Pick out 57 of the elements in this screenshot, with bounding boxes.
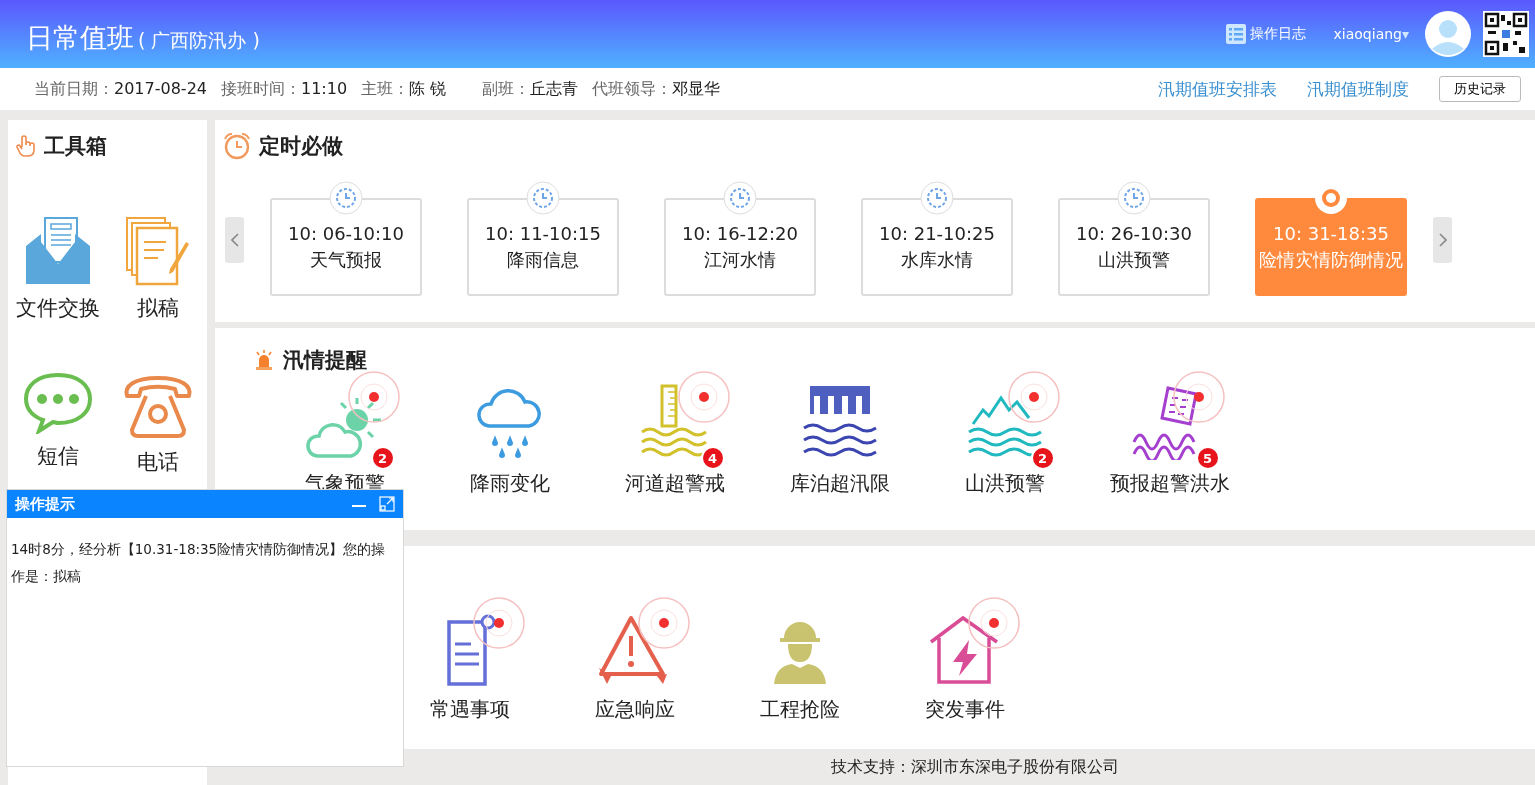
alert-label: 河道超警戒 — [624, 470, 725, 497]
alert-label: 降雨变化 — [469, 470, 550, 497]
duty-info: 当前日期：2017-08-24 — [34, 78, 207, 100]
next-button[interactable] — [1433, 217, 1452, 263]
list-icon — [1225, 24, 1246, 44]
duty-info: 接班时间：11:10 — [221, 78, 348, 100]
app-subtitle: ( 广西防汛办 ) — [138, 28, 260, 53]
chevron-right-icon — [1438, 233, 1447, 247]
alert-label: 库泊超汛限 — [789, 470, 890, 497]
document-pen-icon[interactable] — [125, 216, 191, 286]
siren-icon — [253, 349, 275, 371]
count-badge: 2 — [370, 446, 395, 470]
tool-label: 拟稿 — [137, 295, 179, 322]
event-label: 常遇事项 — [429, 696, 510, 723]
alarm-clock-icon — [223, 132, 251, 160]
hand-pointer-icon — [16, 135, 36, 157]
schedule-link[interactable]: 汛期值班安排表 — [1158, 77, 1277, 101]
count-badge: 2 — [1030, 446, 1055, 470]
history-button[interactable]: 历史记录 — [1439, 76, 1521, 102]
alert-label: 山洪预警 — [964, 470, 1045, 497]
schedule-card[interactable]: 10: 11-10:15 降雨信息 — [467, 198, 619, 296]
schedule-card[interactable]: 10: 26-10:30 山洪预警 — [1058, 198, 1210, 296]
clock-icon — [1117, 181, 1151, 215]
chevron-left-icon — [230, 233, 239, 247]
clock-icon — [526, 181, 560, 215]
chat-bubble-icon[interactable] — [23, 372, 93, 434]
schedule-link[interactable]: 汛期值班制度 — [1307, 77, 1409, 101]
event-label: 应急响应 — [594, 696, 675, 723]
count-badge: 5 — [1195, 446, 1220, 470]
schedule-title: 定时必做 — [259, 133, 343, 160]
count-badge: 4 — [700, 446, 725, 470]
event-label: 突发事件 — [924, 696, 1005, 723]
alert-label: 预报超警洪水 — [1109, 470, 1230, 497]
duty-info: 副班：丘志青 — [482, 78, 579, 100]
app-title: 日常值班 — [26, 21, 134, 55]
dialog-title: 操作提示 — [15, 494, 75, 514]
avatar-icon[interactable] — [1425, 11, 1471, 57]
footer-text: 技术支持：深圳市东深电子股份有限公司 — [831, 756, 1119, 778]
event-label: 工程抢险 — [759, 696, 840, 723]
clock-icon — [920, 181, 954, 215]
schedule-card[interactable]: 10: 21-10:25 水库水情 — [861, 198, 1013, 296]
clock-icon — [723, 181, 757, 215]
clock-icon — [329, 181, 363, 215]
tool-label: 文件交换 — [16, 295, 100, 322]
duty-info: 主班：陈 锐 — [361, 78, 447, 100]
duty-info: 代班领导：邓显华 — [592, 78, 721, 100]
tool-label: 电话 — [137, 449, 179, 476]
toolbox-title: 工具箱 — [44, 133, 107, 160]
tool-label: 短信 — [37, 443, 79, 470]
schedule-card[interactable]: 10: 06-10:10 天气预报 — [270, 198, 422, 296]
maximize-icon[interactable] — [379, 496, 395, 512]
alerts-title: 汛情提醒 — [283, 347, 367, 374]
qr-code-icon — [1483, 11, 1529, 57]
schedule-card[interactable]: 10: 16-12:20 江河水情 — [664, 198, 816, 296]
envelope-icon[interactable] — [25, 216, 91, 286]
previous-button[interactable] — [225, 217, 244, 263]
dialog-message: 14时8分，经分析【10.31-18:35险情灾情防御情况】您的操作是：拟稿 — [10, 540, 387, 586]
